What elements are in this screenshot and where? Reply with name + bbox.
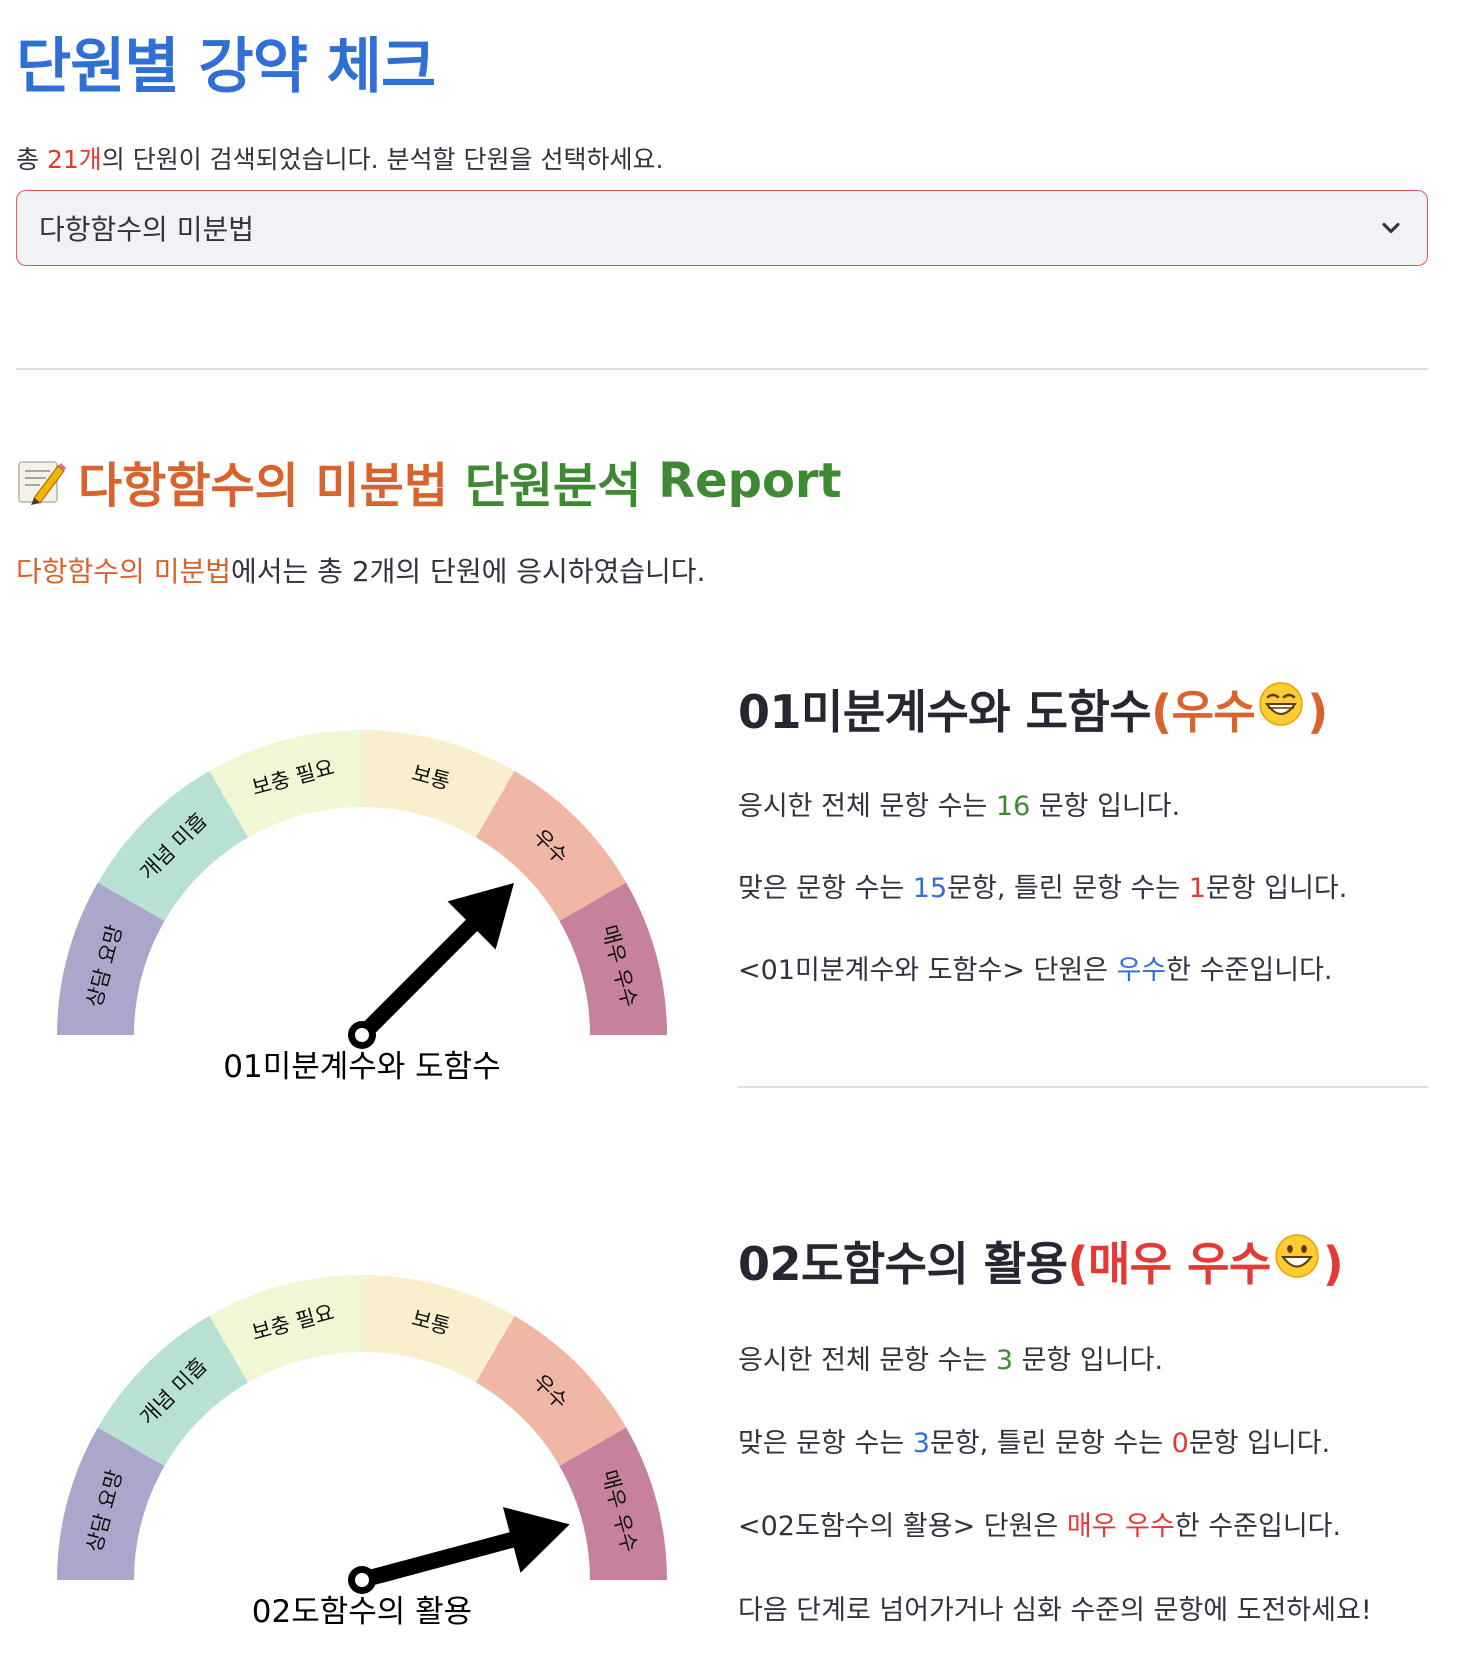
unit-count-text: 총 21개의 단원이 검색되었습니다. 분석할 단원을 선택하세요.	[16, 145, 664, 174]
gauge-needle	[356, 882, 515, 1041]
page-title: 단원별 강약 체크	[16, 32, 436, 102]
unit-1-total: 응시한 전체 문항 수는 16 문항 입니다.	[738, 791, 1181, 822]
gauge-unit-2: 상담 요망 개념 미흡 보충 필요 보통 우수 매우 우수 02도함수의 활용	[40, 1205, 680, 1625]
gauge-needle	[359, 1507, 570, 1588]
gauge-chart-1: 상담 요망개념 미흡보충 필요 보통우수매우 우수01미분계수와 도함수	[57, 730, 667, 1080]
unit-1-title: 01미분계수와 도함수 (우수)	[738, 676, 1328, 742]
gauge-needle-hub-center	[355, 1573, 369, 1587]
unit-1-correct: 맞은 문항 수는 15문항, 틀린 문항 수는 1문항 입니다.	[738, 873, 1348, 904]
report-title-tail: Report	[658, 453, 842, 509]
gauge-needle-hub-center	[355, 1028, 369, 1042]
gauge-caption: 01미분계수와 도함수	[223, 1049, 500, 1080]
divider	[738, 1086, 1428, 1088]
report-unit-name: 다항함수의 미분법	[78, 458, 448, 514]
grinning-squinting-face-icon	[1259, 682, 1304, 726]
unit-select[interactable]: 다항함수의 미분법	[16, 190, 1428, 266]
unit-count: 21개	[46, 145, 102, 174]
unit-2-correct: 맞은 문항 수는 3문항, 틀린 문항 수는 0문항 입니다.	[738, 1428, 1331, 1459]
report-title-mid: 단원분석	[464, 458, 642, 514]
unit-1-level: (우수)	[1151, 676, 1328, 742]
unit-select-value: 다항함수의 미분법	[39, 213, 254, 246]
memo-icon	[18, 461, 66, 505]
grinning-face-icon	[1275, 1234, 1319, 1278]
chevron-down-icon	[1382, 222, 1400, 234]
unit-2-level-line: <02도함수의 활용> 단원은 매우 우수한 수준입니다.	[738, 1511, 1342, 1542]
report-title: 다항함수의 미분법 단원분석 Report	[16, 446, 842, 516]
report-summary: 다항함수의 미분법에서는 총 2개의 단원에 응시하였습니다.	[16, 555, 706, 588]
gauge-unit-1: 상담 요망 개념 미흡 보충 필요 보통 우수 매우 우수 01미분계수와 도함수	[40, 660, 680, 1080]
unit-2-level: (매우 우수)	[1067, 1228, 1344, 1294]
unit-2-advice: 다음 단계로 넘어가거나 심화 수준의 문항에 도전하세요!	[738, 1595, 1372, 1626]
gauge-caption: 02도함수의 활용	[252, 1594, 472, 1625]
unit-2-title: 02도함수의 활용 (매우 우수)	[738, 1228, 1344, 1294]
unit-2-total: 응시한 전체 문항 수는 3 문항 입니다.	[738, 1345, 1164, 1376]
gauge-chart-2: 상담 요망개념 미흡보충 필요 보통우수매우 우수02도함수의 활용	[57, 1275, 667, 1625]
divider	[16, 368, 1428, 370]
unit-1-level-line: <01미분계수와 도함수> 단원은 우수한 수준입니다.	[738, 955, 1333, 986]
